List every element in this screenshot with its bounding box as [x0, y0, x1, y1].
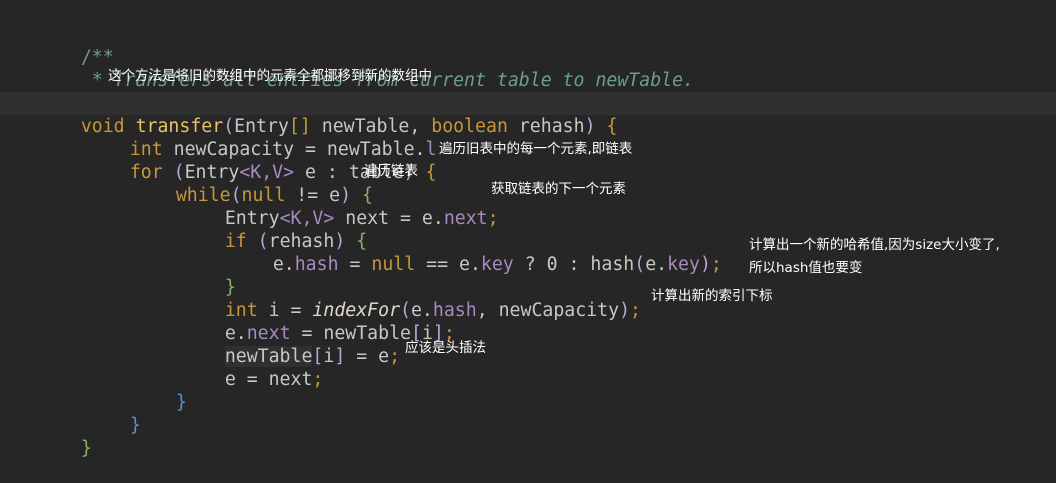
semicolon-token: ;	[487, 208, 499, 229]
statement-token: e.	[645, 254, 668, 275]
statement-token: ?	[513, 254, 547, 275]
paren-token: )	[584, 116, 596, 137]
code-line-14: newTable[i] = e;	[181, 322, 400, 367]
code-line-15: e = next;	[181, 345, 324, 390]
code-line-1: /**	[37, 23, 114, 68]
param-token: rehash	[507, 116, 585, 137]
field-token: key	[667, 254, 700, 275]
semicolon-token: ;	[630, 300, 641, 321]
statement-token: e.	[272, 254, 295, 275]
annotation-iterate-table: 遍历旧表中的每一个元素,即链表	[436, 138, 636, 160]
code-line-12: int i = indexFor(e.hash, newCapacity);	[181, 276, 641, 321]
paren-token: )	[699, 254, 711, 275]
code-line-18: }	[37, 414, 92, 459]
statement-token: = e	[345, 346, 390, 367]
semicolon-token: ;	[710, 254, 722, 275]
field-token: next	[443, 208, 488, 229]
code-line-13: e.next = newTable[i];	[181, 299, 455, 344]
statement-token: i	[323, 346, 335, 367]
code-line-16: }	[132, 368, 187, 413]
code-line-10: e.hash = null == e.key ? 0 : hash(e.key)…	[229, 230, 722, 275]
code-line-3: */	[37, 69, 114, 114]
semicolon-token: ;	[389, 346, 401, 367]
annotation-next-node: 获取链表的下一个元素	[491, 181, 626, 197]
statement-token: : hash	[557, 254, 635, 275]
statement-token: e = next	[224, 369, 313, 390]
code-line-5: int newCapacity = newTable.length;	[86, 115, 502, 160]
code-line-8: Entry<K,V> next = e.next;	[181, 184, 499, 229]
annotation-new-hash-line2: 所以hash值也要变	[749, 260, 863, 276]
annotation-iterate-list: 遍历链表	[364, 163, 418, 179]
code-line-4: void transfer(Entry[] newTable, boolean …	[0, 92, 1056, 137]
code-line-7: while(null != e) {	[132, 161, 373, 206]
brace-token: }	[129, 415, 141, 436]
bracket-token: ]	[334, 346, 346, 367]
field-token: hash	[294, 254, 339, 275]
statement-token: , newCapacity	[476, 300, 620, 321]
statement-token: == e.	[415, 254, 481, 275]
code-line-17: }	[86, 391, 141, 436]
semicolon-token: ;	[312, 369, 324, 390]
annotation-new-hash-line1: 计算出一个新的哈希值,因为size大小变了,	[749, 237, 1000, 253]
paren-token: (	[634, 254, 646, 275]
paren-token: )	[619, 300, 631, 321]
brace-token: }	[175, 392, 187, 413]
brace-token: {	[595, 116, 618, 137]
field-token: key	[480, 254, 514, 275]
code-line-9: if (rehash) {	[181, 207, 367, 252]
annotation-new-index: 计算出新的索引下标	[651, 288, 773, 304]
code-line-6: for (Entry<K,V> e : table) {	[86, 138, 437, 183]
annotation-method-summary: 这个方法是将旧的数组中的元素全都挪移到新的数组中	[108, 68, 432, 84]
number-token: 0	[546, 254, 558, 275]
annotation-head-insertion: 应该是头插法	[405, 340, 486, 356]
statement-token: =	[338, 254, 372, 275]
code-line-11: }	[181, 253, 236, 298]
keyword-token: null	[371, 254, 416, 275]
